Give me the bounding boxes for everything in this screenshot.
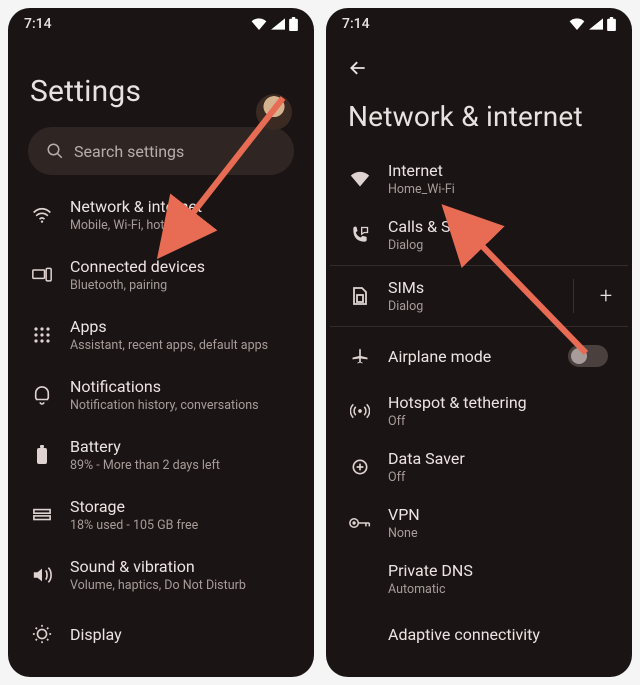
battery-status-icon [607, 17, 616, 31]
volume-icon [30, 566, 54, 584]
row-datasaver[interactable]: Data Saver Off [330, 439, 628, 495]
row-sub: Off [388, 414, 610, 429]
row-title: SIMs [388, 278, 555, 297]
row-sub: Bluetooth, pairing [70, 278, 292, 293]
row-title: Data Saver [388, 449, 610, 468]
row-title: Hotspot & tethering [388, 393, 610, 412]
row-sub: Automatic [388, 582, 610, 597]
row-sub: Off [388, 470, 610, 485]
row-title: Private DNS [388, 561, 610, 580]
network-list: Internet Home_Wi-Fi Calls & SMS Dialog [330, 151, 628, 661]
sim-icon [348, 286, 372, 306]
storage-icon [30, 508, 54, 522]
battery-status-icon [289, 17, 298, 31]
row-battery[interactable]: Battery 89% - More than 2 days left [12, 425, 310, 485]
row-sub: Volume, haptics, Do Not Disturb [70, 578, 292, 593]
row-sub: Home_Wi-Fi [388, 182, 610, 197]
status-bar: 7:14 [326, 8, 632, 36]
row-title: Display [70, 625, 292, 644]
airplane-icon [348, 346, 372, 366]
search-icon [46, 142, 64, 160]
row-storage[interactable]: Storage 18% used - 105 GB free [12, 485, 310, 545]
divider [330, 265, 628, 266]
row-title: Calls & SMS [388, 217, 610, 236]
plus-icon: + [600, 284, 612, 309]
devices-icon [30, 267, 54, 283]
row-title: Apps [70, 317, 292, 336]
row-sims[interactable]: SIMs Dialog + [330, 268, 628, 324]
avatar[interactable] [256, 94, 292, 130]
divider-vertical [573, 279, 574, 313]
row-title: Connected devices [70, 257, 292, 276]
wifi-fill-icon [348, 171, 372, 187]
row-title: Storage [70, 497, 292, 516]
hotspot-icon [348, 401, 372, 421]
battery-icon [30, 445, 54, 465]
row-adaptive-connectivity[interactable]: Adaptive connectivity [330, 607, 628, 661]
row-sub: 18% used - 105 GB free [70, 518, 292, 533]
status-time: 7:14 [24, 16, 52, 32]
display-icon [30, 624, 54, 644]
phone-settings-root: 7:14 Settings Search settings Net [8, 8, 314, 677]
row-sub: Mobile, Wi-Fi, hotspot [70, 218, 292, 233]
back-button[interactable] [344, 54, 372, 82]
row-title: Notifications [70, 377, 292, 396]
row-sub: Dialog [388, 238, 610, 253]
wifi-status-icon [251, 18, 267, 30]
row-private-dns[interactable]: Private DNS Automatic [330, 551, 628, 607]
row-title: Sound & vibration [70, 557, 292, 576]
row-sound-vibration[interactable]: Sound & vibration Volume, haptics, Do No… [12, 545, 310, 605]
search-input[interactable]: Search settings [28, 127, 294, 175]
row-sub: None [388, 526, 610, 541]
row-hotspot[interactable]: Hotspot & tethering Off [330, 383, 628, 439]
row-network-internet[interactable]: Network & internet Mobile, Wi-Fi, hotspo… [12, 185, 310, 245]
divider [330, 326, 628, 327]
row-sub: Assistant, recent apps, default apps [70, 338, 292, 353]
datasaver-icon [348, 457, 372, 477]
row-connected-devices[interactable]: Connected devices Bluetooth, pairing [12, 245, 310, 305]
row-title: Adaptive connectivity [388, 625, 610, 644]
row-title: Battery [70, 437, 292, 456]
airplane-switch[interactable] [568, 345, 608, 367]
apps-icon [30, 326, 54, 344]
row-sub: Dialog [388, 299, 555, 314]
row-sub: Notification history, conversations [70, 398, 292, 413]
calls-icon [348, 225, 372, 245]
row-sub: 89% - More than 2 days left [70, 458, 292, 473]
row-calls-sms[interactable]: Calls & SMS Dialog [330, 207, 628, 263]
add-sim-button[interactable]: + [584, 284, 628, 309]
settings-list: Network & internet Mobile, Wi-Fi, hotspo… [12, 185, 310, 663]
status-bar: 7:14 [8, 8, 314, 36]
status-time: 7:14 [342, 16, 370, 32]
signal-status-icon [589, 18, 603, 30]
row-title: Airplane mode [388, 347, 550, 366]
wifi-icon [30, 207, 54, 223]
row-title: Network & internet [70, 197, 292, 216]
search-placeholder: Search settings [74, 142, 184, 161]
row-title: Internet [388, 161, 610, 180]
row-airplane-mode[interactable]: Airplane mode [330, 329, 628, 383]
row-apps[interactable]: Apps Assistant, recent apps, default app… [12, 305, 310, 365]
row-vpn[interactable]: VPN None [330, 495, 628, 551]
app-bar [326, 36, 632, 88]
row-internet[interactable]: Internet Home_Wi-Fi [330, 151, 628, 207]
row-notifications[interactable]: Notifications Notification history, conv… [12, 365, 310, 425]
signal-status-icon [271, 18, 285, 30]
vpn-icon [348, 515, 372, 531]
wifi-status-icon [569, 18, 585, 30]
phone-network-root: 7:14 Network & internet Internet Home_Wi… [326, 8, 632, 677]
row-title: VPN [388, 505, 610, 524]
page-title: Network & internet [330, 88, 628, 151]
row-display[interactable]: Display [12, 605, 310, 663]
bell-icon [30, 385, 54, 405]
